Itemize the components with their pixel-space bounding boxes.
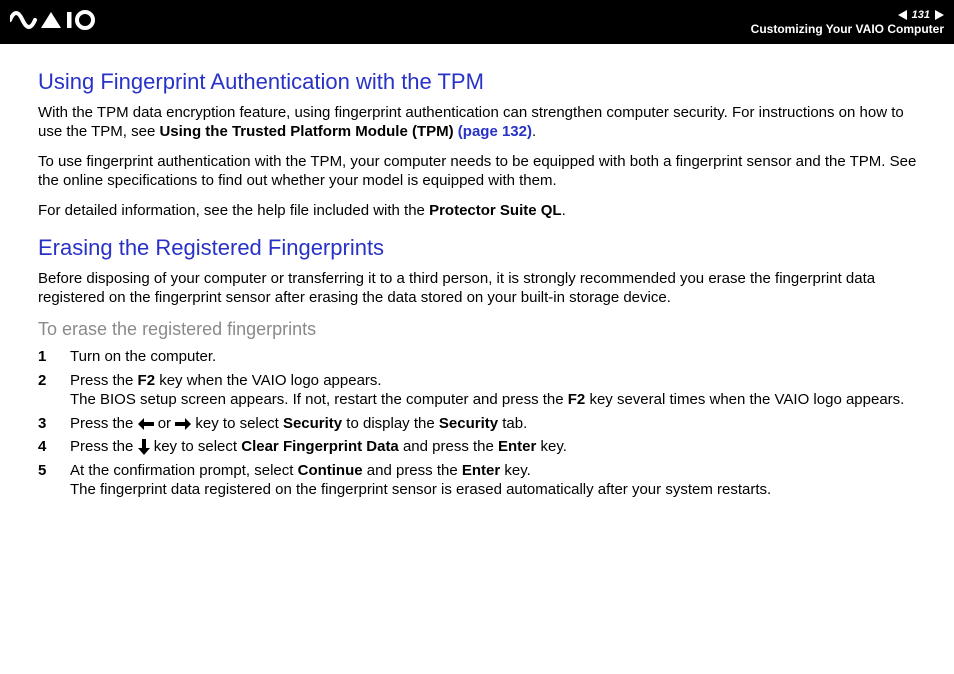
- text: Press the: [70, 372, 138, 389]
- text: Press the: [70, 438, 138, 455]
- step-text: Press the F2 key when the VAIO logo appe…: [70, 371, 924, 410]
- text-bold: Using the Trusted Platform Module (TPM): [159, 123, 453, 140]
- step-item: 2 Press the F2 key when the VAIO logo ap…: [38, 371, 924, 410]
- text: key.: [536, 438, 567, 455]
- page: 131 Customizing Your VAIO Computer Using…: [0, 0, 954, 674]
- text: and press the: [399, 438, 498, 455]
- text: key.: [500, 462, 531, 479]
- steps-list: 1 Turn on the computer. 2 Press the F2 k…: [38, 347, 924, 500]
- text-bold: Clear Fingerprint Data: [241, 438, 399, 455]
- vaio-logo: [10, 10, 120, 35]
- text-bold: Enter: [498, 438, 536, 455]
- step-number: 3: [38, 414, 52, 434]
- text-bold: F2: [138, 372, 156, 389]
- text: key to select: [150, 438, 242, 455]
- step-item: 4 Press the key to select Clear Fingerpr…: [38, 437, 924, 457]
- step-text: Press the key to select Clear Fingerprin…: [70, 437, 924, 457]
- text: or: [154, 415, 176, 432]
- step-number: 4: [38, 437, 52, 457]
- prev-page-arrow-icon[interactable]: [898, 10, 907, 20]
- paragraph: For detailed information, see the help f…: [38, 201, 924, 221]
- arrow-right-icon: [175, 418, 191, 430]
- step-text: Turn on the computer.: [70, 347, 924, 367]
- paragraph: With the TPM data encryption feature, us…: [38, 103, 924, 142]
- text: For detailed information, see the help f…: [38, 202, 429, 219]
- page-link[interactable]: (page 132): [458, 123, 532, 140]
- text: key to select: [191, 415, 283, 432]
- page-number: 131: [909, 9, 933, 21]
- page-nav: 131: [898, 9, 944, 21]
- step-number: 1: [38, 347, 52, 367]
- text: tab.: [498, 415, 527, 432]
- heading-tpm: Using Fingerprint Authentication with th…: [38, 68, 924, 97]
- text: to display the: [342, 415, 439, 432]
- text: key when the VAIO logo appears.: [155, 372, 382, 389]
- text: At the confirmation prompt, select: [70, 462, 298, 479]
- subheading-erase-procedure: To erase the registered fingerprints: [38, 318, 924, 341]
- step-item: 3 Press the or key to select Security to…: [38, 414, 924, 434]
- text: .: [532, 123, 536, 140]
- text: The BIOS setup screen appears. If not, r…: [70, 391, 568, 408]
- section-name: Customizing Your VAIO Computer: [751, 22, 944, 36]
- heading-erase: Erasing the Registered Fingerprints: [38, 234, 924, 263]
- paragraph: To use fingerprint authentication with t…: [38, 152, 924, 191]
- step-text: Press the or key to select Security to d…: [70, 414, 924, 434]
- next-page-arrow-icon[interactable]: [935, 10, 944, 20]
- step-number: 5: [38, 461, 52, 500]
- arrow-down-icon: [138, 439, 150, 455]
- text-bold: Security: [283, 415, 342, 432]
- content: Using Fingerprint Authentication with th…: [0, 44, 954, 500]
- text-bold: Enter: [462, 462, 500, 479]
- header-bar: 131 Customizing Your VAIO Computer: [0, 0, 954, 44]
- paragraph: Before disposing of your computer or tra…: [38, 269, 924, 308]
- step-item: 1 Turn on the computer.: [38, 347, 924, 367]
- step-item: 5 At the confirmation prompt, select Con…: [38, 461, 924, 500]
- text-bold: Security: [439, 415, 498, 432]
- text-bold: F2: [568, 391, 586, 408]
- text: and press the: [363, 462, 462, 479]
- step-text: At the confirmation prompt, select Conti…: [70, 461, 924, 500]
- header-right: 131 Customizing Your VAIO Computer: [751, 9, 944, 36]
- text-bold: Protector Suite QL: [429, 202, 562, 219]
- text: Press the: [70, 415, 138, 432]
- step-number: 2: [38, 371, 52, 410]
- text-bold: Continue: [298, 462, 363, 479]
- text: key several times when the VAIO logo app…: [585, 391, 904, 408]
- text: The fingerprint data registered on the f…: [70, 481, 771, 498]
- arrow-left-icon: [138, 418, 154, 430]
- text: .: [562, 202, 566, 219]
